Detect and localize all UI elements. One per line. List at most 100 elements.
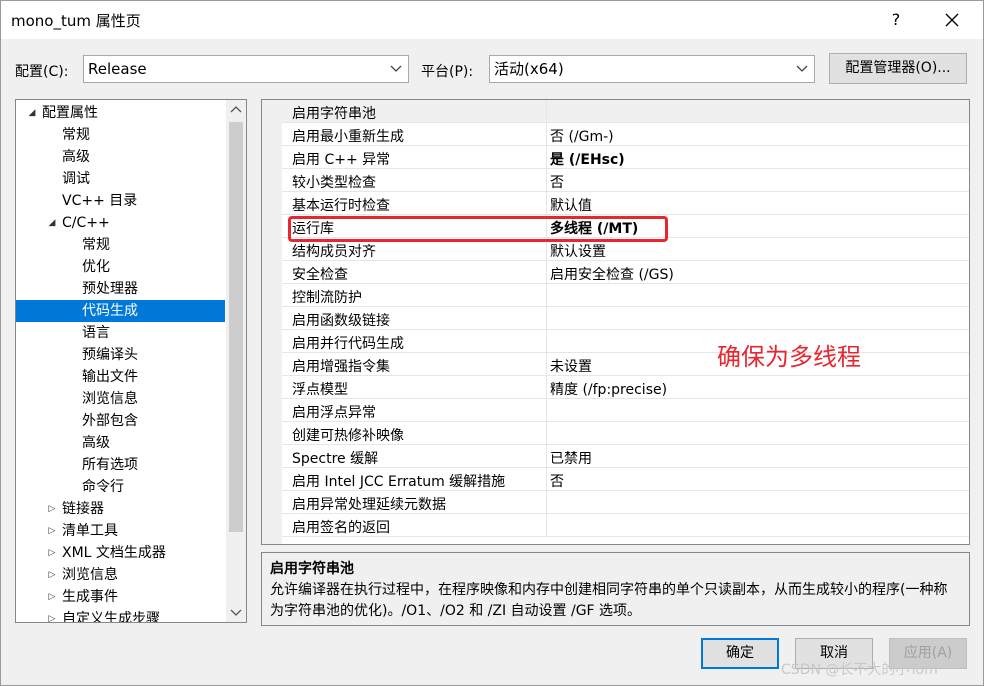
property-row[interactable]: 启用最小重新生成 否 (/Gm-) [282, 123, 969, 146]
property-name: 较小类型检查 [292, 175, 376, 191]
property-row[interactable]: 结构成员对齐 默认设置 [282, 238, 969, 261]
description-title: 启用字符串池 [270, 561, 354, 577]
property-value[interactable]: 否 (/Gm-) [550, 126, 614, 146]
column-divider [546, 261, 547, 284]
column-divider [546, 422, 547, 445]
property-name: 启用最小重新生成 [292, 129, 404, 145]
tree-item-label: 预编译头 [82, 347, 138, 363]
collapsed-arrow-icon[interactable]: ▷ [46, 608, 58, 622]
tree-item-label: 链接器 [62, 501, 104, 517]
property-row[interactable]: 启用 Intel JCC Erratum 缓解措施 否 [282, 468, 969, 491]
platform-label: 平台(P): [421, 64, 474, 80]
chevron-down-icon [230, 609, 242, 616]
platform-select-value: 活动(x64) [494, 60, 564, 78]
property-row[interactable]: 运行库 多线程 (/MT) [282, 215, 969, 238]
window-title: mono_tum 属性页 [11, 12, 141, 30]
property-value[interactable]: 默认值 [550, 195, 592, 215]
expanded-arrow-icon[interactable]: ◢ [26, 102, 38, 124]
property-row[interactable]: 启用函数级链接 [282, 307, 969, 330]
property-name: 创建可热修补映像 [292, 428, 404, 444]
property-row[interactable]: 启用增强指令集 未设置 [282, 353, 969, 376]
property-value[interactable]: 否 [550, 172, 564, 192]
property-row[interactable]: 启用浮点异常 [282, 399, 969, 422]
column-divider [546, 445, 547, 468]
property-row[interactable]: Spectre 缓解 已禁用 [282, 445, 969, 468]
tree-item-label: 生成事件 [62, 589, 118, 605]
property-row[interactable]: 启用签名的返回 [282, 514, 969, 537]
collapsed-arrow-icon[interactable]: ▷ [46, 586, 58, 608]
property-name: 运行库 [292, 221, 334, 237]
configuration-manager-button[interactable]: 配置管理器(O)... [829, 53, 967, 84]
property-value[interactable]: 精度 (/fp:precise) [550, 379, 667, 399]
tree-item-label: 配置属性 [42, 105, 98, 121]
property-name: 启用增强指令集 [292, 359, 390, 375]
tree-item-label: C/C++ [62, 215, 110, 231]
property-value[interactable]: 否 [550, 471, 564, 491]
property-row[interactable]: 启用并行代码生成 [282, 330, 969, 353]
tree-item-label: 高级 [62, 149, 90, 165]
property-name: 浮点模型 [292, 382, 348, 398]
close-icon [945, 13, 959, 27]
collapsed-arrow-icon[interactable]: ▷ [46, 564, 58, 586]
property-value[interactable]: 未设置 [550, 356, 592, 376]
tree-scrollbar[interactable] [226, 100, 246, 622]
collapsed-arrow-icon[interactable]: ▷ [46, 520, 58, 542]
config-select-value: Release [88, 60, 147, 78]
tree-item-label: 常规 [62, 127, 90, 143]
column-divider [546, 284, 547, 307]
column-divider [546, 169, 547, 192]
property-name: 启用 Intel JCC Erratum 缓解措施 [292, 474, 506, 490]
scroll-up-button[interactable] [226, 100, 246, 120]
column-divider [546, 514, 547, 537]
platform-select[interactable]: 活动(x64) [489, 55, 815, 83]
property-name: 结构成员对齐 [292, 244, 376, 260]
tree-item[interactable]: 代码生成 [16, 300, 225, 322]
scroll-down-button[interactable] [226, 602, 246, 622]
property-row[interactable]: 较小类型检查 否 [282, 169, 969, 192]
tree-item-label: 常规 [82, 237, 110, 253]
property-value[interactable]: 已禁用 [550, 448, 592, 468]
property-row[interactable]: 启用 C++ 异常 是 (/EHsc) [282, 146, 969, 169]
property-tree: ◢ 配置属性 常规 高级 调试 VC++ 目录 ◢ C/C++ 常规 优化 预处理器 代码生成 语言 预编… [15, 99, 247, 623]
property-name: 启用函数级链接 [292, 313, 390, 329]
config-select[interactable]: Release [83, 55, 409, 83]
tree-item-label: 外部包含 [82, 413, 138, 429]
property-value[interactable]: 启用安全检查 (/GS) [550, 264, 674, 284]
column-divider [546, 330, 547, 353]
tree-item-label: 高级 [82, 435, 110, 451]
property-row[interactable]: 启用异常处理延续元数据 [282, 491, 969, 514]
property-grid: 启用字符串池启用最小重新生成 否 (/Gm-) 启用 C++ 异常 是 (/EHsc)… [261, 99, 970, 545]
expanded-arrow-icon[interactable]: ◢ [46, 212, 58, 234]
property-value[interactable]: 默认设置 [550, 241, 606, 261]
help-button[interactable]: ? [881, 5, 911, 35]
column-divider [546, 353, 547, 376]
description-panel: 启用字符串池 允许编译器在执行过程中，在程序映像和内存中创建相同字符串的单个只读… [261, 552, 970, 626]
scroll-thumb[interactable] [229, 122, 243, 532]
annotation-text: 确保为多线程 [717, 343, 861, 371]
property-row[interactable]: 控制流防护 [282, 284, 969, 307]
tree-item-label: 浏览信息 [62, 567, 118, 583]
property-row[interactable]: 基本运行时检查 默认值 [282, 192, 969, 215]
property-name: 启用签名的返回 [292, 520, 390, 536]
property-row[interactable]: 安全检查 启用安全检查 (/GS) [282, 261, 969, 284]
column-divider [546, 146, 547, 169]
property-value[interactable]: 多线程 (/MT) [550, 218, 638, 238]
property-value[interactable]: 是 (/EHsc) [550, 149, 625, 169]
column-divider [546, 215, 547, 238]
tree-item-label: 清单工具 [62, 523, 118, 539]
property-row[interactable]: 浮点模型 精度 (/fp:precise) [282, 376, 969, 399]
tree-item-label: VC++ 目录 [62, 193, 138, 209]
column-divider [546, 491, 547, 514]
property-row[interactable]: 创建可热修补映像 [282, 422, 969, 445]
tree-item-label: 命令行 [82, 479, 124, 495]
chevron-up-icon [230, 106, 242, 113]
collapsed-arrow-icon[interactable]: ▷ [46, 542, 58, 564]
close-button[interactable] [937, 5, 967, 35]
tree-item-label: 所有选项 [82, 457, 138, 473]
ok-button[interactable]: 确定 [701, 638, 779, 669]
tree-item-label: 浏览信息 [82, 391, 138, 407]
description-text: 允许编译器在执行过程中，在程序映像和内存中创建相同字符串的单个只读副本，从而生成… [270, 582, 948, 619]
property-row[interactable]: 启用字符串池 [282, 100, 969, 123]
collapsed-arrow-icon[interactable]: ▷ [46, 498, 58, 520]
title-bar: mono_tum 属性页 ? [1, 1, 983, 39]
